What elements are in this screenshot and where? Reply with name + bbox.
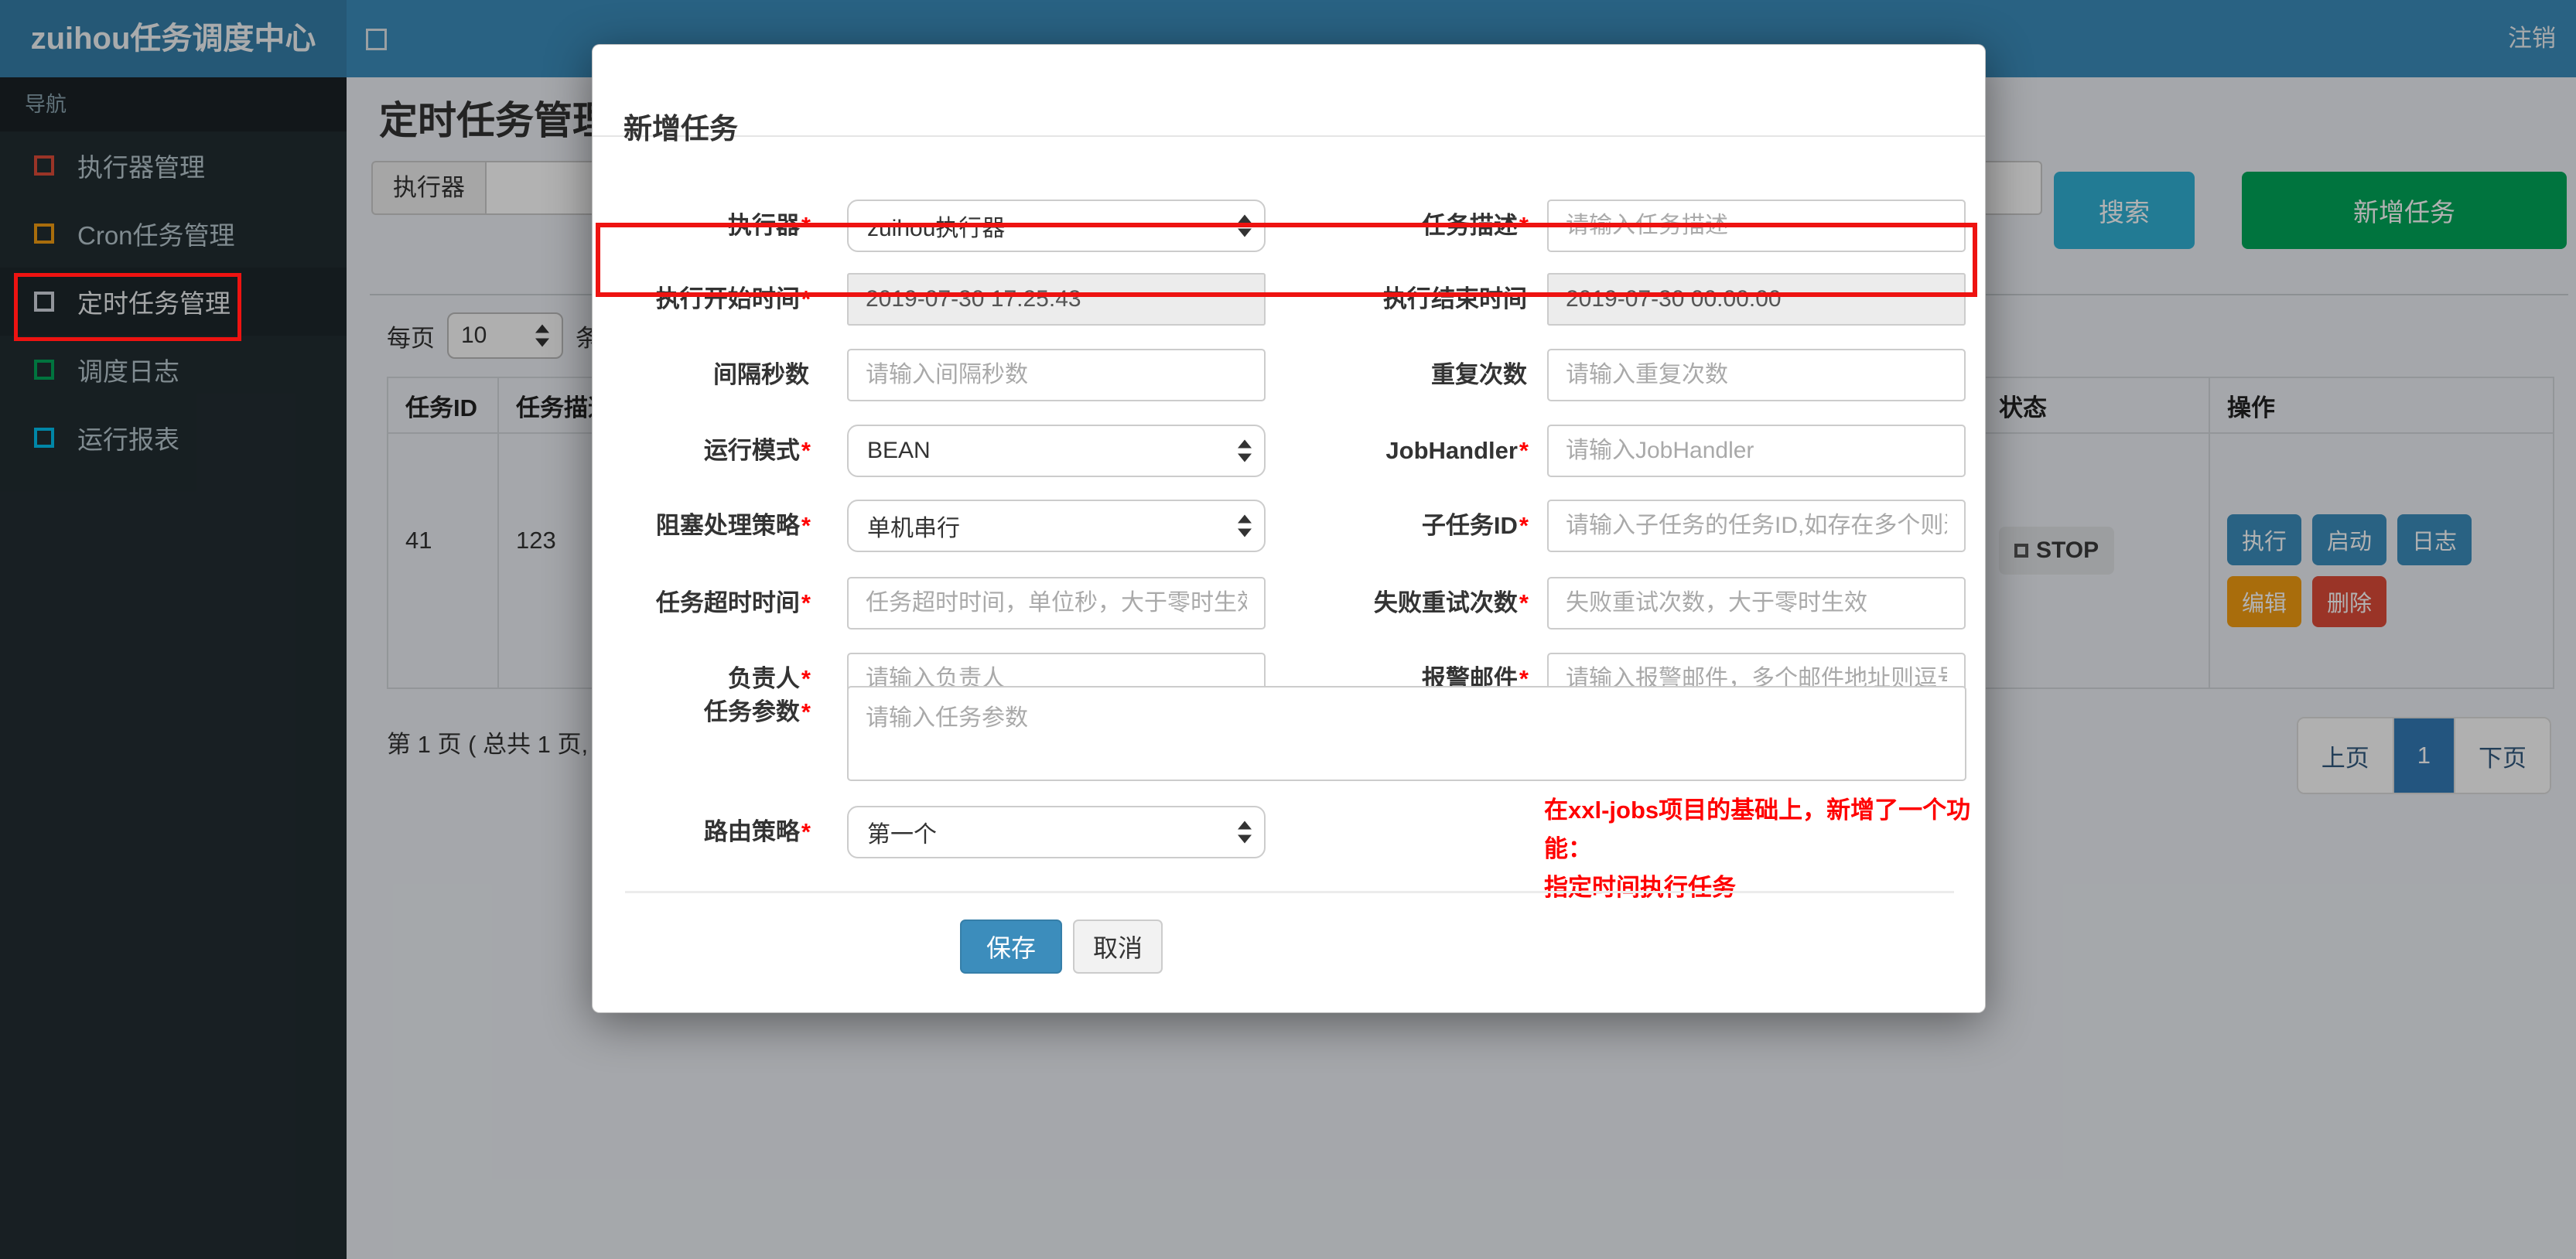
select-caret-icon: [1238, 214, 1252, 237]
interval-field: [847, 349, 1266, 401]
save-button[interactable]: 保存: [960, 920, 1062, 974]
block-strategy-select-value: 单机串行: [867, 516, 960, 541]
task-params-textarea[interactable]: [847, 686, 1966, 781]
task-desc-input[interactable]: [1547, 200, 1966, 252]
retry-input[interactable]: [1547, 577, 1966, 630]
interval-label: 间隔秒数: [713, 361, 809, 388]
executor-label: 执行器*: [727, 212, 811, 239]
retry-label: 失败重试次数*: [1373, 589, 1529, 616]
modal-title: 新增任务: [624, 113, 738, 145]
child-task-field: [1547, 500, 1966, 552]
child-task-label: 子任务ID*: [1421, 512, 1529, 539]
timeout-field: [847, 577, 1266, 630]
route-strategy-label: 路由策略*: [703, 818, 811, 845]
task-params-label: 任务参数*: [703, 698, 811, 725]
start-time-input[interactable]: [847, 273, 1266, 326]
start-time-field: [847, 273, 1266, 326]
task-desc-field: [1547, 200, 1966, 252]
run-mode-select[interactable]: BEAN: [847, 425, 1266, 477]
select-caret-icon: [1238, 439, 1252, 462]
cancel-button[interactable]: 取消: [1073, 920, 1163, 974]
route-strategy-select-value: 第一个: [867, 822, 937, 848]
jobhandler-input[interactable]: [1547, 425, 1966, 477]
repeat-input[interactable]: [1547, 349, 1966, 401]
timeout-input[interactable]: [847, 577, 1266, 630]
block-strategy-label: 阻塞处理策略*: [655, 512, 811, 539]
retry-field: [1547, 577, 1966, 630]
add-task-modal: 新增任务 执行器* zuihou执行器 任务描述* 执行开始时间* 执行结束时间: [592, 44, 1986, 1013]
run-mode-select-value: BEAN: [867, 438, 931, 463]
modal-header: 新增任务: [593, 45, 1985, 145]
footer-divider: [625, 891, 1954, 893]
task-desc-label: 任务描述*: [1421, 212, 1529, 239]
end-time-field: [1547, 273, 1966, 326]
feature-tip-line1: 在xxl-jobs项目的基础上，新增了一个功能：: [1544, 797, 1971, 862]
repeat-field: [1547, 349, 1966, 401]
jobhandler-label: JobHandler*: [1385, 437, 1529, 464]
route-strategy-select[interactable]: 第一个: [847, 806, 1266, 858]
end-time-input[interactable]: [1547, 273, 1966, 326]
start-time-label: 执行开始时间*: [655, 285, 811, 312]
app-root: zuihou任务调度中心 注销 导航 执行器管理 Cron任务管理 定时任务管理…: [0, 0, 2576, 1259]
timeout-label: 任务超时时间*: [655, 589, 811, 616]
executor-select-value: zuihou执行器: [867, 216, 1006, 241]
interval-input[interactable]: [847, 349, 1266, 401]
feature-tip-line2: 指定时间执行任务: [1544, 874, 1736, 901]
run-mode-label: 运行模式*: [703, 437, 811, 464]
child-task-input[interactable]: [1547, 500, 1966, 552]
select-caret-icon: [1238, 514, 1252, 537]
jobhandler-field: [1547, 425, 1966, 477]
block-strategy-select[interactable]: 单机串行: [847, 500, 1266, 552]
select-caret-icon: [1238, 821, 1252, 844]
executor-select[interactable]: zuihou执行器: [847, 200, 1266, 252]
feature-tip-text: 在xxl-jobs项目的基础上，新增了一个功能： 指定时间执行任务: [1544, 791, 1985, 907]
repeat-label: 重复次数: [1431, 361, 1527, 388]
end-time-label: 执行结束时间: [1383, 285, 1527, 312]
